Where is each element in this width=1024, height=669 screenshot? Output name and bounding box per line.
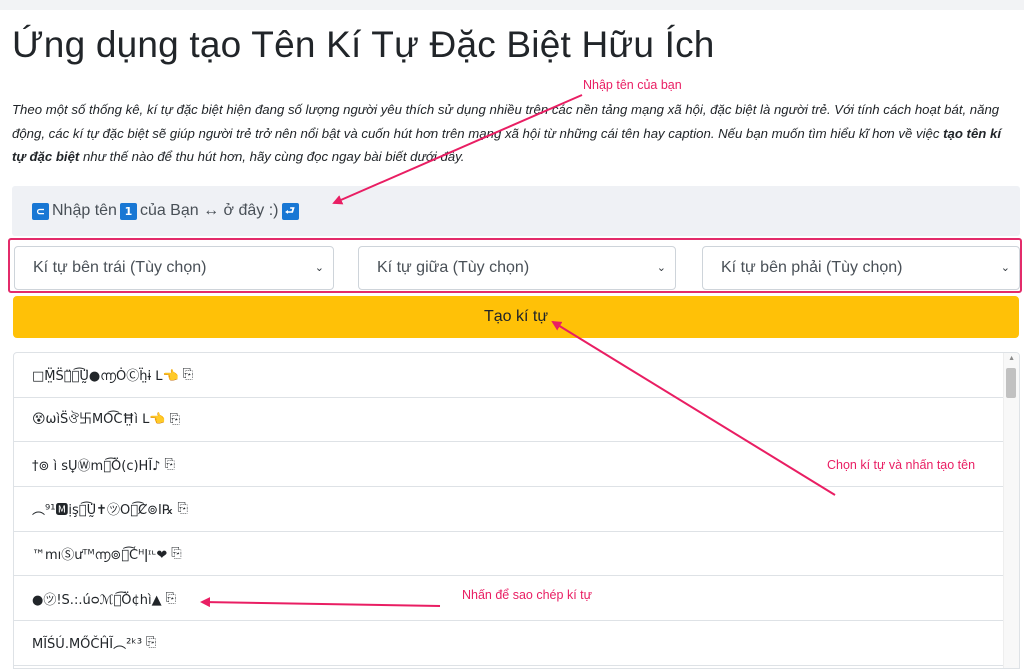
left-char-select[interactable]: Kí tự bên trái (Tùy chọn) ⌄ — [14, 246, 334, 290]
middle-char-select-value: Kí tự giữa (Tùy chọn) — [377, 259, 530, 276]
chevron-down-icon: ⌄ — [1000, 261, 1010, 274]
copy-icon[interactable]: ⎘ — [164, 457, 174, 472]
results-list: □M̤̈S̈ঃ̈ঠ͡Ṵ̈●൬ȮⒸḧ̤ɨ ᒪ👈 ⎘ 😵ωìS̈ঔ卐MO͡CĦ̤ì ᒪ… — [13, 352, 1020, 669]
results-scrollbar[interactable]: ▲ — [1003, 353, 1019, 668]
annotation-choose-chars: Chọn kí tự và nhấn tạo tên — [827, 458, 976, 472]
annotation-click-copy: Nhấn để sao chép kí tự — [462, 588, 592, 602]
copy-icon[interactable]: ⎘ — [183, 367, 193, 382]
list-item[interactable]: ™mıⓈưᵀᴹ൬⊚ঠ͡Ćᴴǀᶦᶫ❤ ⎘ — [14, 532, 1019, 577]
result-text[interactable]: 😵ωìS̈ঔ卐MO͡CĦ̤ì ᒪ👈 — [32, 408, 166, 431]
chevron-down-icon: ⌄ — [314, 261, 324, 274]
return-icon: ⮐ — [281, 202, 299, 220]
copy-icon[interactable]: ⎘ — [170, 412, 180, 427]
name-input[interactable]: ⊂ Nhập tên 1 của Bạn ↔ ở đây :) ⮐ — [12, 186, 1020, 236]
copy-icon[interactable]: ⎘ — [166, 591, 176, 606]
result-text[interactable]: ●㋡!S.:.úᴑℳঠ͡Ö¢hì▲ — [32, 589, 162, 608]
scrollbar-thumb[interactable] — [1006, 368, 1016, 398]
name-input-placeholder-1: Nhập tên — [52, 202, 117, 219]
left-char-select-value: Kí tự bên trái (Tùy chọn) — [33, 259, 207, 276]
middle-char-select[interactable]: Kí tự giữa (Tùy chọn) ⌄ — [358, 246, 676, 290]
right-char-select-value: Kí tự bên phải (Tùy chọn) — [721, 259, 903, 276]
result-text[interactable]: MĨŚÚ.MŐČĤĨ︵²ᵏ³ — [32, 633, 142, 652]
page-title: Ứng dụng tạo Tên Kí Tự Đặc Biệt Hữu Ích — [12, 24, 715, 65]
list-item[interactable]: □M̤̈S̈ঃ̈ঠ͡Ṵ̈●൬ȮⒸḧ̤ɨ ᒪ👈 ⎘ — [14, 353, 1019, 398]
copy-icon[interactable]: ⎘ — [146, 635, 156, 650]
generate-button[interactable]: Tạo kí tự — [13, 296, 1019, 338]
copy-icon[interactable]: ⎘ — [178, 501, 188, 516]
list-item[interactable]: MĨŚÚ.MŐČĤĨ︵²ᵏ³ ⎘ — [14, 621, 1019, 666]
intro-paragraph: Theo một số thống kê, kí tự đặc biệt hiệ… — [12, 98, 1016, 169]
list-item[interactable]: 😵ωìS̈ঔ卐MO͡CĦ̤ì ᒪ👈 ⎘ — [14, 398, 1019, 443]
right-char-select[interactable]: Kí tự bên phải (Tùy chọn) ⌄ — [702, 246, 1020, 290]
chevron-down-icon: ⌄ — [656, 261, 666, 274]
name-input-placeholder-2: của Bạn ↔ ở đây :) — [139, 202, 279, 219]
top-strip — [0, 0, 1024, 10]
list-item[interactable]: ︵⁹¹🅼ịşঠ͡Ṵ̈✝㋡Oঠ͡Ȼ⊚I℞ ⎘ — [14, 487, 1019, 532]
subset-icon: ⊂ — [32, 202, 49, 220]
result-text[interactable]: ™mıⓈưᵀᴹ൬⊚ঠ͡Ćᴴǀᶦᶫ❤ — [32, 544, 167, 563]
result-text[interactable]: ︵⁹¹🅼ịşঠ͡Ṵ̈✝㋡Oঠ͡Ȼ⊚I℞ — [32, 499, 174, 518]
annotation-enter-name: Nhập tên của bạn — [583, 78, 682, 92]
result-text[interactable]: □M̤̈S̈ঃ̈ঠ͡Ṵ̈●൬ȮⒸḧ̤ɨ ᒪ👈 — [32, 365, 179, 384]
intro-text-2: như thế nào để thu hút hơn, hãy cùng đọc… — [79, 149, 465, 164]
intro-text-1: Theo một số thống kê, kí tự đặc biệt hiệ… — [12, 102, 1000, 141]
number-one-icon: 1 — [119, 202, 137, 220]
result-text[interactable]: †⊚ ì sU̟Ⓦmঠ͡Ö(c)HĨ♪ — [32, 455, 160, 474]
copy-icon[interactable]: ⎘ — [171, 546, 181, 561]
scroll-up-arrow-icon[interactable]: ▲ — [1008, 355, 1015, 362]
